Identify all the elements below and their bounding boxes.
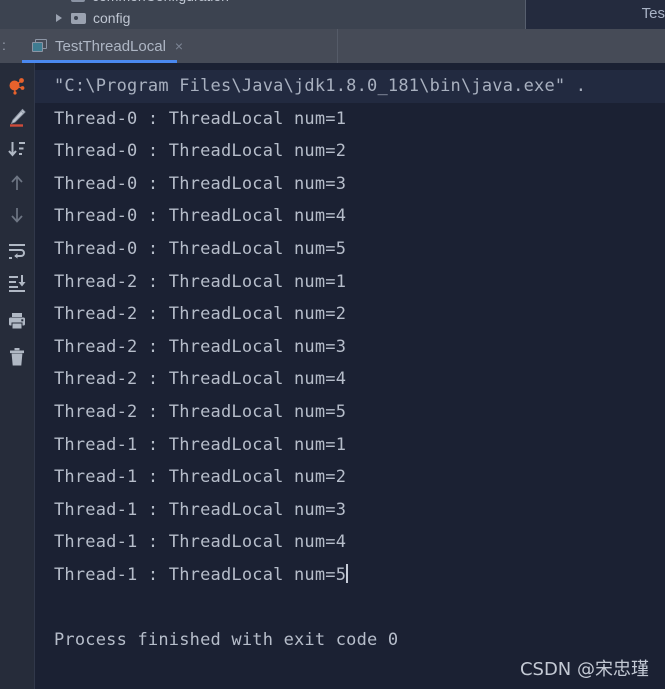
console-line: Thread-0 : ThreadLocal num=4 <box>54 206 347 227</box>
console-output[interactable]: "C:\Program Files\Java\jdk1.8.0_181\bin\… <box>35 63 665 689</box>
arrow-down-icon <box>11 208 23 223</box>
console-line-text: Thread-1 : ThreadLocal num=5 <box>54 564 347 585</box>
console-line: Thread-2 : ThreadLocal num=2 <box>54 304 347 325</box>
run-tab-bar: : TestThreadLocal × <box>0 29 665 63</box>
tree-item-label: config <box>93 9 131 26</box>
scroll-to-end-button[interactable] <box>0 267 34 299</box>
edit-configuration-button[interactable] <box>0 101 34 133</box>
watermark: CSDN @宋忠瑾 <box>519 659 649 680</box>
print-icon <box>9 313 25 330</box>
tree-row-config[interactable]: config <box>0 6 525 29</box>
tab-bar-marker: : <box>2 37 6 53</box>
console-line: Thread-0 : ThreadLocal num=1 <box>54 108 347 129</box>
console-line: Thread-1 : ThreadLocal num=1 <box>54 434 347 455</box>
console-line: Thread-2 : ThreadLocal num=5 <box>54 401 347 422</box>
run-configuration-icon <box>32 39 47 53</box>
run-tab-label: TestThreadLocal <box>55 37 166 55</box>
console-line: Thread-0 : ThreadLocal num=2 <box>54 141 347 162</box>
console-lines: "C:\Program Files\Java\jdk1.8.0_181\bin\… <box>35 63 665 657</box>
folder-icon <box>71 12 86 24</box>
console-line-command: "C:\Program Files\Java\jdk1.8.0_181\bin\… <box>35 70 665 103</box>
sort-button[interactable] <box>0 133 34 165</box>
close-icon[interactable]: × <box>175 39 183 53</box>
package-icon <box>71 0 85 2</box>
scroll-to-end-icon <box>9 275 26 292</box>
edit-configuration-icon <box>10 108 26 127</box>
console-line: Thread-0 : ThreadLocal num=3 <box>54 173 347 194</box>
ide-run-window: commonConfiguration config Tes : TestThr… <box>0 0 665 689</box>
text-caret <box>346 563 348 583</box>
tab-bar-divider <box>337 29 338 63</box>
trash-icon <box>10 348 24 366</box>
arrow-up-icon <box>11 175 23 190</box>
print-button[interactable] <box>0 305 34 337</box>
console-line: Thread-2 : ThreadLocal num=3 <box>54 336 347 357</box>
clear-all-button[interactable] <box>0 341 34 373</box>
down-stack-trace-button[interactable] <box>0 199 34 231</box>
console-line: Thread-1 : ThreadLocal num=3 <box>54 499 347 520</box>
rerun-button[interactable] <box>0 69 34 101</box>
console-line: Thread-0 : ThreadLocal num=5 <box>54 238 347 259</box>
console-line: Thread-2 : ThreadLocal num=4 <box>54 369 347 390</box>
tab-test-thread-local[interactable]: TestThreadLocal × <box>22 29 198 63</box>
sort-descending-icon <box>8 142 25 157</box>
console-line-last: Thread-1 : ThreadLocal num=5 <box>35 559 665 592</box>
editor-tab-strip: Tes <box>525 0 665 29</box>
console-line: Thread-1 : ThreadLocal num=2 <box>54 467 347 488</box>
editor-tab-label[interactable]: Tes <box>642 5 665 22</box>
soft-wrap-button[interactable] <box>0 235 34 267</box>
console-toolbar <box>0 63 35 689</box>
project-tree-strip: commonConfiguration config <box>0 0 525 29</box>
chevron-right-icon[interactable] <box>56 13 62 22</box>
console-line: Thread-2 : ThreadLocal num=1 <box>54 271 347 292</box>
soft-wrap-icon <box>9 244 25 259</box>
up-stack-trace-button[interactable] <box>0 167 34 199</box>
console-line: Thread-1 : ThreadLocal num=4 <box>54 532 347 553</box>
tree-item-label: commonConfiguration <box>92 0 229 4</box>
rerun-icon <box>9 78 25 95</box>
console-line-exit: Process finished with exit code 0 <box>54 630 399 651</box>
